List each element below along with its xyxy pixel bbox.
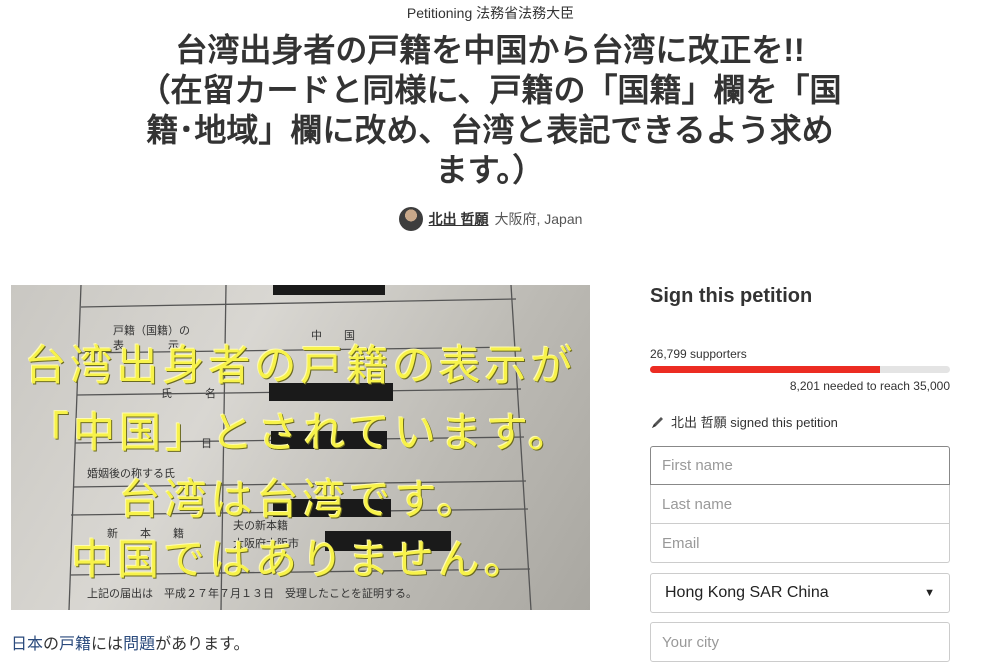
country-select[interactable]: Hong Kong SAR China ▼ [650,573,950,613]
desc-word: 日本 [11,636,44,653]
author-location: 大阪府, Japan [494,211,583,227]
pen-icon [652,416,663,428]
country-selected: Hong Kong SAR China [665,584,829,601]
progress-bar [650,366,950,373]
desc-word: があります。 [155,636,250,653]
sign-heading: Sign this petition [650,285,813,307]
petition-title-line: ます。） [435,152,545,188]
doc-nationality-label: 戸籍（国籍）の [113,324,190,337]
overlay-caption-line: 台湾は台湾です。 [118,475,483,524]
overlay-caption-line: 台湾出身者の戸籍の表示が [24,341,577,390]
doc-certificate: 上記の届出は 平成２７年７月１３日 受理したことを証明する。 [87,587,417,600]
progress-fill [650,366,880,373]
petition-title-line: （在留カードと同様に、戸籍の「国籍」欄を「国 [138,72,842,108]
recent-signer-text: 北出 哲願 signed this petition [671,415,838,430]
recent-signer: 北出 哲願 signed this petition [650,412,838,431]
signer-fields: First name Last name Email [650,446,950,563]
desc-word: 戸籍 [59,636,92,653]
dropdown-arrow-icon: ▼ [924,587,935,599]
needed-count: 8,201 needed to reach 35,000 [789,379,950,393]
desc-word: 問題 [123,636,156,653]
petition-author: 北出 哲願 大阪府, Japan [0,207,981,231]
overlay-caption-line: 中国ではありません。 [71,535,530,584]
author-name-link[interactable]: 北出 哲願 [429,209,489,229]
desc-word: の [43,636,60,653]
email-input[interactable]: Email [650,524,950,563]
sign-petition-panel: Sign this petition 26,799 supporters 8,2… [650,285,950,662]
petition-description: 日本の戸籍には問題があります。 [11,630,249,654]
last-name-input[interactable]: Last name [650,485,950,524]
petition-title: 台湾出身者の戸籍を中国から台湾に改正を!! （在留カードと同様に、戸籍の「国籍」… [90,30,890,190]
desc-word: には [91,636,124,653]
petition-media-image[interactable]: 戸籍（国籍）の 表 示 中 国 氏 名 日 婚姻後の称する氏 新 本 籍 夫の新… [11,285,590,610]
avatar[interactable] [398,207,423,231]
city-input[interactable]: Your city [650,622,950,662]
overlay-caption-line: 「中国」とされています。 [27,408,574,457]
petition-title-line: 籍･地域」欄に改め、台湾と表記できるよう求め [146,112,834,148]
first-name-input[interactable]: First name [650,446,950,485]
petition-target: Petitioning 法務省法務大臣 [406,5,575,21]
supporter-count: 26,799 supporters [650,347,747,361]
petition-title-line: 台湾出身者の戸籍を中国から台湾に改正を!! [175,32,805,68]
